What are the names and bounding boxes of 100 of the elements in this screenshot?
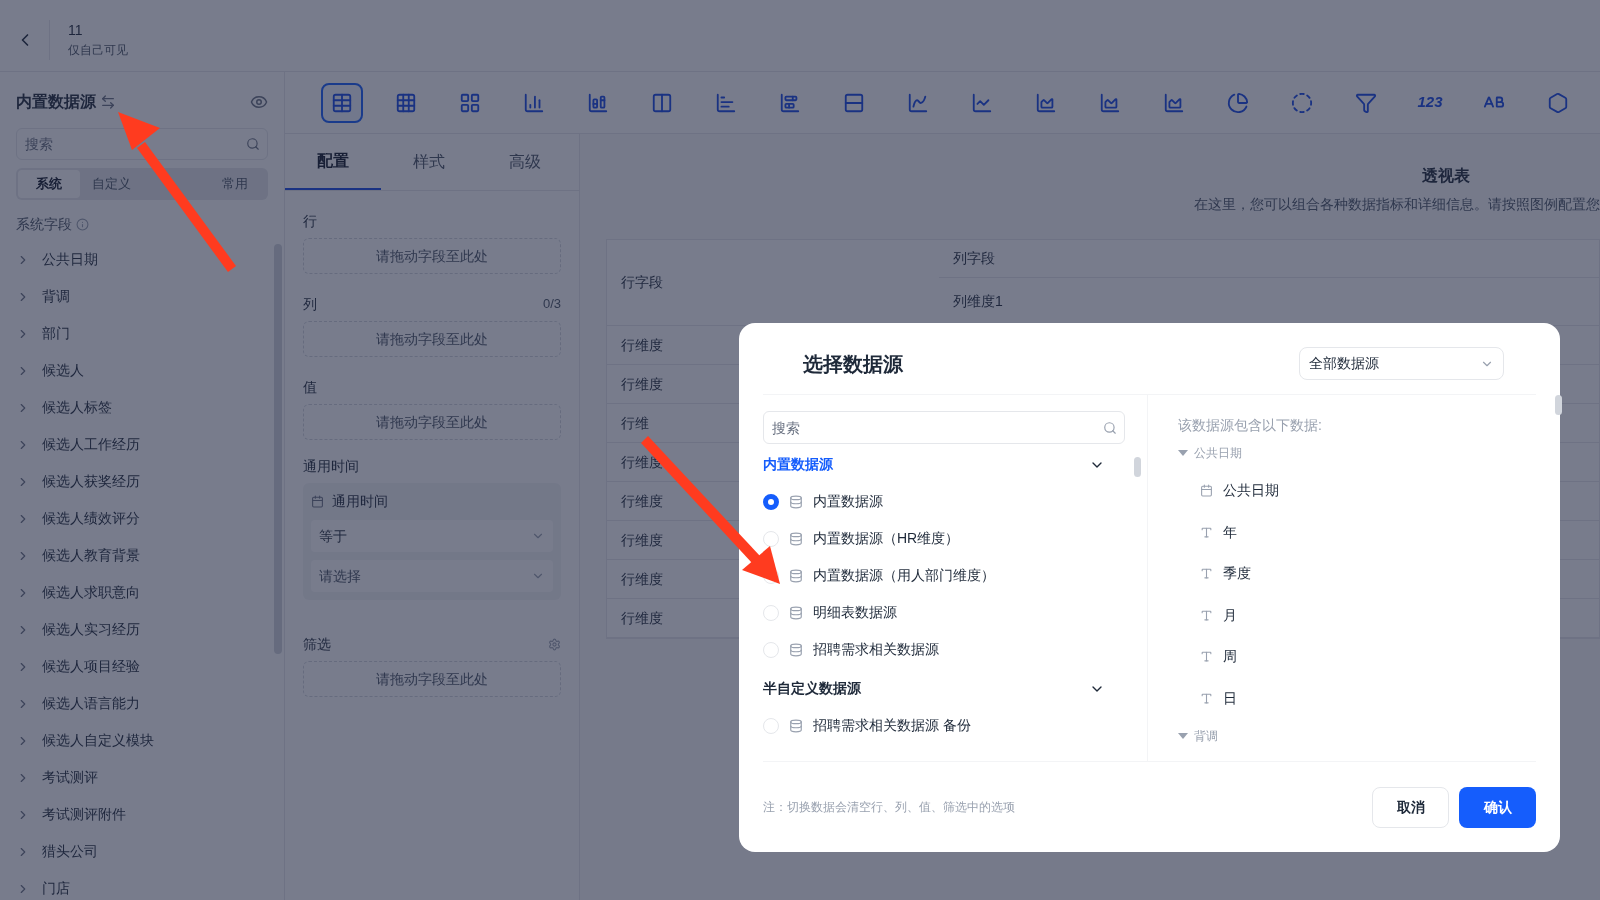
scrollbar[interactable]: [1555, 395, 1562, 415]
search-icon: [246, 137, 260, 151]
filter-tab[interactable]: 系统: [18, 170, 80, 198]
field-item: 年: [1223, 522, 1237, 542]
field-group[interactable]: 候选人获奖经历: [16, 463, 268, 500]
table-cell-text: 行维度: [621, 530, 663, 550]
chart-description: 在这里，您可以组合各种数据指标和详细信息。请按照图例配置您: [1194, 195, 1600, 214]
tree-group[interactable]: 背调: [1194, 727, 1218, 745]
eye-icon[interactable]: [250, 93, 268, 111]
search-field[interactable]: 搜索: [763, 411, 1125, 444]
contents-label: 该数据源包含以下数据:: [1178, 416, 1323, 435]
table-header: 列维度1: [953, 292, 1003, 311]
field-group[interactable]: 公共日期: [16, 241, 268, 278]
field-group[interactable]: 候选人标签: [16, 389, 268, 426]
field-group[interactable]: 考试测评附件: [16, 796, 268, 833]
search-field[interactable]: 搜索: [16, 128, 268, 160]
field-group[interactable]: 候选人自定义模块: [16, 722, 268, 759]
triangle-icon[interactable]: [1178, 733, 1188, 739]
drop-zone[interactable]: 请拖动字段至此处: [303, 404, 561, 440]
triangle-icon[interactable]: [1178, 450, 1188, 456]
chart-type-icon: [459, 91, 481, 114]
database-icon: [789, 642, 803, 657]
section-label: 筛选: [303, 635, 331, 654]
field-group[interactable]: 考试测评: [16, 759, 268, 796]
field-group[interactable]: 候选人绩效评分: [16, 500, 268, 537]
config-tab[interactable]: 配置: [285, 134, 381, 190]
table-cell-text: 行维度: [621, 569, 663, 589]
operator-select[interactable]: 等于: [311, 520, 553, 552]
scrollbar[interactable]: [1134, 457, 1141, 477]
field-group[interactable]: 候选人语言能力: [16, 685, 268, 722]
field-item: 季度: [1223, 564, 1251, 584]
time-card-title: 通用时间: [332, 492, 388, 511]
field-group[interactable]: 候选人求职意向: [16, 574, 268, 611]
chart-type-icon: [971, 91, 993, 114]
switch-icon[interactable]: [100, 94, 116, 110]
field-group[interactable]: 门店: [16, 870, 268, 900]
section-label: 值: [303, 378, 318, 397]
cancel-button[interactable]: 取消: [1372, 786, 1449, 828]
report-title: 11: [68, 21, 84, 40]
drop-zone[interactable]: 请拖动字段至此处: [303, 238, 561, 274]
section-label: 行: [303, 212, 318, 231]
database-icon: [789, 568, 803, 583]
field-group[interactable]: 候选人: [16, 352, 268, 389]
group-label: 半自定义数据源: [763, 679, 861, 698]
chart-type-icon: [907, 91, 929, 114]
drop-zone[interactable]: 请拖动字段至此处: [303, 661, 561, 697]
chart-type-icon: [843, 91, 865, 114]
scope-select[interactable]: 全部数据源: [1299, 347, 1504, 380]
datasource-option[interactable]: 招聘需求相关数据源: [813, 639, 939, 660]
calendar-icon: [311, 495, 324, 508]
chart-type-icon: [1291, 91, 1313, 114]
chart-type-button[interactable]: 123: [1409, 82, 1451, 123]
search-icon: [1103, 421, 1117, 435]
section-label: 通用时间: [303, 457, 360, 476]
chart-type-icon: [1355, 91, 1377, 114]
datasource-option[interactable]: 明细表数据源: [813, 602, 897, 623]
column-count: 0/3: [542, 295, 561, 313]
settings-icon[interactable]: [548, 638, 561, 651]
dialog-note: 注：切换数据会清空行、列、值、筛选中的选项: [763, 799, 1015, 816]
field-item: 周: [1223, 647, 1237, 667]
field-item: 日: [1223, 688, 1237, 708]
chart-type-icon: [587, 91, 609, 114]
info-icon: [76, 218, 89, 231]
database-icon: [789, 718, 803, 733]
field-item: 月: [1223, 605, 1237, 625]
confirm-button[interactable]: 确认: [1459, 786, 1536, 828]
field-group[interactable]: 猎头公司: [16, 833, 268, 870]
database-icon: [789, 605, 803, 620]
datasource-option[interactable]: 内置数据源（用人部门维度）: [813, 565, 995, 586]
filter-tab[interactable]: 自定义: [80, 170, 142, 198]
section-label: 列: [303, 295, 317, 314]
datasource-option[interactable]: 内置数据源（HR维度）: [813, 528, 960, 549]
drop-zone[interactable]: 请拖动字段至此处: [303, 321, 561, 357]
chart-type-icon: [1035, 91, 1057, 114]
tree-group[interactable]: 公共日期: [1194, 444, 1242, 462]
field-group[interactable]: 候选人工作经历: [16, 426, 268, 463]
field-item: 公共日期: [1223, 481, 1279, 501]
database-icon: [789, 531, 803, 546]
chart-type-button[interactable]: [321, 82, 363, 123]
filter-tab[interactable]: 常用: [204, 170, 266, 198]
radio-button[interactable]: [763, 493, 779, 510]
field-group[interactable]: 部门: [16, 315, 268, 352]
table-header: 行字段: [621, 273, 663, 292]
field-group[interactable]: 候选人实习经历: [16, 611, 268, 648]
field-group[interactable]: 候选人教育背景: [16, 537, 268, 574]
field-group[interactable]: 候选人项目经验: [16, 648, 268, 685]
datasource-title: 内置数据源: [16, 92, 96, 112]
datasource-option[interactable]: 内置数据源: [813, 491, 883, 512]
chart-type-icon: [715, 91, 737, 114]
chart-type-icon: [1099, 91, 1121, 114]
chart-type-icon: [651, 91, 673, 114]
config-tab[interactable]: 高级: [477, 134, 573, 190]
config-tab[interactable]: 样式: [381, 134, 477, 190]
chart-title: 透视表: [1422, 166, 1470, 186]
table-cell-text: 行维度: [621, 335, 663, 355]
chart-type-icon: [395, 91, 417, 114]
table-header: 列字段: [953, 249, 995, 268]
datasource-option[interactable]: 招聘需求相关数据源 备份: [813, 715, 971, 736]
value-select[interactable]: 请选择: [311, 560, 553, 592]
field-group[interactable]: 背调: [16, 278, 268, 315]
